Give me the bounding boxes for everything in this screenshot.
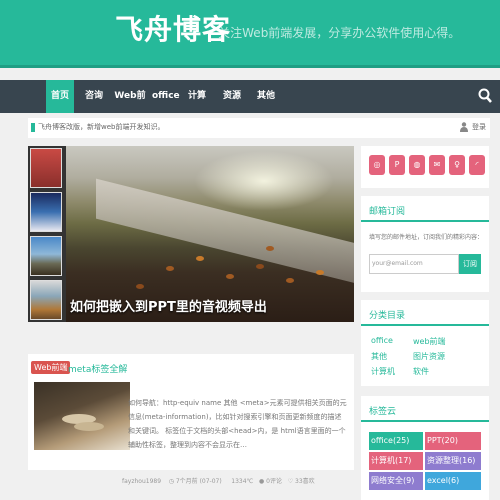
category-badge[interactable]: Web前端 — [31, 361, 71, 374]
qzone-icon[interactable]: P — [389, 155, 405, 175]
article-excerpt: 如何导航：http-equiv name 其他 <meta>元素可提供相关页面的… — [128, 399, 347, 449]
comment-count[interactable]: 0评论 — [266, 478, 282, 485]
post-time: 7个月前 (07-07) — [175, 478, 222, 485]
like-count[interactable]: 33喜欢 — [295, 478, 315, 485]
nav-item-web[interactable]: Web前端 — [112, 80, 148, 134]
widget-header: 邮箱订阅 — [361, 196, 489, 222]
article-card: Web前端 meta标签全解 如何导航：http-equiv name 其他 <… — [28, 354, 354, 470]
tag-link[interactable]: office(25) — [369, 432, 423, 450]
main-nav: 首页 咨询 Web前端 office 计算机 资源 其他 — [0, 80, 500, 134]
tag-link[interactable]: 计算机(17) — [369, 452, 423, 470]
tag-link[interactable]: 资源整理(16) — [425, 452, 481, 470]
slider-thumbnails — [28, 146, 64, 322]
featured-slider: 如何把嵌入到PPT里的音视频导出 — [28, 146, 354, 322]
rss-icon[interactable]: ◜ — [469, 155, 485, 175]
clock-icon: ◷ — [168, 478, 174, 485]
tagcloud-widget: 标签云 office(25) PPT(20) 计算机(17) 资源整理(16) … — [361, 396, 489, 500]
category-link[interactable]: 图片资源 — [413, 351, 445, 362]
widget-title: 分类目录 — [369, 311, 406, 321]
nav-item-home[interactable]: 首页 — [46, 80, 74, 113]
author-link[interactable]: fayzhou1989 — [122, 478, 161, 485]
category-link[interactable]: 软件 — [413, 366, 429, 377]
slider-thumb[interactable] — [30, 148, 62, 188]
login-link[interactable]: 登录 — [472, 122, 486, 132]
subscribe-widget: 邮箱订阅 填写您的邮件地址，订阅我们的精彩内容： your@email.com … — [361, 196, 489, 292]
categories-widget: 分类目录 office web前端 其他 图片资源 计算机 软件 — [361, 300, 489, 386]
notice-bar: 飞舟博客改版，新增web前端开发知识。 登录 — [28, 118, 490, 138]
article-meta: fayzhou1989 ◷ 7个月前 (07-07) 1334℃ ● 0评论 ♡… — [122, 476, 315, 485]
tag-link[interactable]: excel(6) — [425, 472, 481, 490]
search-icon[interactable] — [478, 88, 492, 104]
slider-thumb[interactable] — [30, 280, 62, 320]
category-link[interactable]: office — [371, 336, 393, 345]
social-links: ◎ P ◍ ✉ ♀ ◜ — [361, 146, 489, 188]
view-count: 1334℃ — [231, 478, 254, 485]
site-tagline: - 关注Web前端发展，分享办公软件使用心得。 — [210, 26, 461, 40]
widget-title: 标签云 — [369, 407, 397, 417]
widget-header: 分类目录 — [361, 300, 489, 326]
slider-caption[interactable]: 如何把嵌入到PPT里的音视频导出 — [70, 296, 267, 315]
slider-thumb[interactable] — [30, 236, 62, 276]
qq-icon[interactable]: ♀ — [449, 155, 465, 175]
email-field[interactable]: your@email.com — [369, 254, 459, 274]
nav-item-office[interactable]: office — [152, 80, 180, 113]
article-thumbnail[interactable] — [34, 382, 130, 450]
tag-link[interactable]: PPT(20) — [425, 432, 481, 450]
category-link[interactable]: 其他 — [371, 351, 387, 362]
nav-item-news[interactable]: 咨询 — [82, 80, 106, 113]
mail-icon[interactable]: ✉ — [429, 155, 445, 175]
category-link[interactable]: web前端 — [413, 336, 446, 347]
subscribe-description: 填写您的邮件地址，订阅我们的精彩内容： — [369, 234, 484, 241]
notice-text[interactable]: 飞舟博客改版，新增web前端开发知识。 — [38, 122, 164, 132]
notice-icon — [31, 123, 35, 132]
widget-header: 标签云 — [361, 396, 489, 422]
subscribe-button[interactable]: 订阅 — [459, 254, 481, 274]
wechat-icon[interactable]: ◍ — [409, 155, 425, 175]
user-icon — [460, 122, 468, 132]
nav-item-resources[interactable]: 资源 — [222, 80, 242, 113]
article-title[interactable]: meta标签全解 — [68, 362, 127, 375]
widget-title: 邮箱订阅 — [369, 207, 406, 217]
nav-item-other[interactable]: 其他 — [256, 80, 276, 113]
slider-thumb[interactable] — [30, 192, 62, 232]
nav-item-computer[interactable]: 计算机 — [184, 80, 210, 134]
category-link[interactable]: 计算机 — [371, 366, 395, 377]
site-header: 飞舟博客 - 关注Web前端发展，分享办公软件使用心得。 — [0, 0, 500, 68]
heart-icon: ♡ — [287, 478, 294, 485]
weibo-icon[interactable]: ◎ — [369, 155, 385, 175]
comment-icon: ● — [259, 478, 265, 485]
tag-link[interactable]: 网络安全(9) — [369, 472, 423, 490]
